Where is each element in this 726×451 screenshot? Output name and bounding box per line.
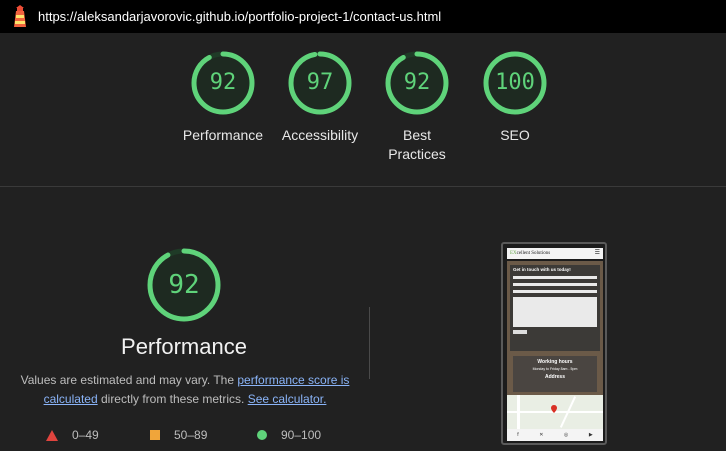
menu-icon: ☰ [594,250,600,256]
preview-input [513,283,597,286]
legend-average: 50–89 [150,428,207,442]
gauge-label: Performance [182,127,264,143]
legend-range: 0–49 [72,428,99,442]
preview-submit [513,330,527,334]
gauge-label: Accessibility [281,127,359,143]
preview-brand-prefix: EX [510,251,517,256]
gauge-score: 92 [403,70,431,95]
gauge-seo[interactable]: 100 SEO [460,50,570,145]
performance-score: 92 [168,270,200,300]
performance-description: Values are estimated and may vary. The p… [20,371,350,409]
gauge-best-practices[interactable]: 92 Best Practices [362,50,472,164]
preview-body: Get in touch with us today! Working hour… [507,261,603,441]
legend-fail: 0–49 [46,428,99,442]
lighthouse-icon [14,4,26,27]
see-calculator-link[interactable]: See calculator. [248,392,327,406]
page-screenshot-preview[interactable]: EXcellent Solutions ☰ Get in touch with … [501,242,607,445]
preview-hours-text: Monday to Friday 8am - 5pm [532,367,578,371]
desc-text: directly from these metrics. [97,392,248,406]
legend-range: 50–89 [174,428,208,442]
preview-header: EXcellent Solutions ☰ [507,248,603,259]
preview-address-title: Address [544,374,565,380]
section-divider [0,186,726,187]
instagram-icon: ◎ [563,432,569,438]
vertical-divider [369,307,370,379]
preview-brand-name: cellent Solutions [516,251,551,256]
legend-pass: 90–100 [257,428,321,442]
fail-triangle-icon [46,429,58,441]
preview-footer: f ✕ ◎ ▶ [507,429,603,441]
preview-input [513,276,597,279]
url-bar: https://aleksandarjavorovic.github.io/po… [0,0,726,33]
preview-form-title: Get in touch with us today! [513,267,571,272]
preview-hours: Working hours Monday to Friday 8am - 5pm… [513,356,597,392]
preview-map [507,395,603,429]
gauge-label: SEO [500,127,530,143]
desc-text: Values are estimated and may vary. The [20,373,238,387]
gauge-label: Best Practices [388,127,446,162]
score-legend: 0–49 50–89 90–100 [46,428,346,442]
x-icon: ✕ [539,432,544,438]
performance-title: Performance [121,334,247,359]
pass-circle-icon [257,430,267,440]
youtube-icon: ▶ [588,432,593,438]
average-square-icon [150,430,160,440]
facebook-icon: f [517,432,519,438]
gauge-score: 100 [495,70,535,95]
gauge-accessibility[interactable]: 97 Accessibility [265,50,375,145]
gauge-performance[interactable]: 92 Performance [168,50,278,145]
category-gauges: 92 Performance 97 Accessibility 92 Best … [0,50,726,180]
preview-input [513,290,597,293]
preview-textarea [513,297,597,327]
legend-range: 90–100 [281,428,322,442]
preview-hours-title: Working hours [537,359,573,365]
gauge-score: 97 [306,70,334,95]
preview-form: Get in touch with us today! [510,265,600,351]
gauge-score: 92 [209,70,237,95]
page-url[interactable]: https://aleksandarjavorovic.github.io/po… [38,9,441,24]
map-pin-icon [551,405,557,413]
